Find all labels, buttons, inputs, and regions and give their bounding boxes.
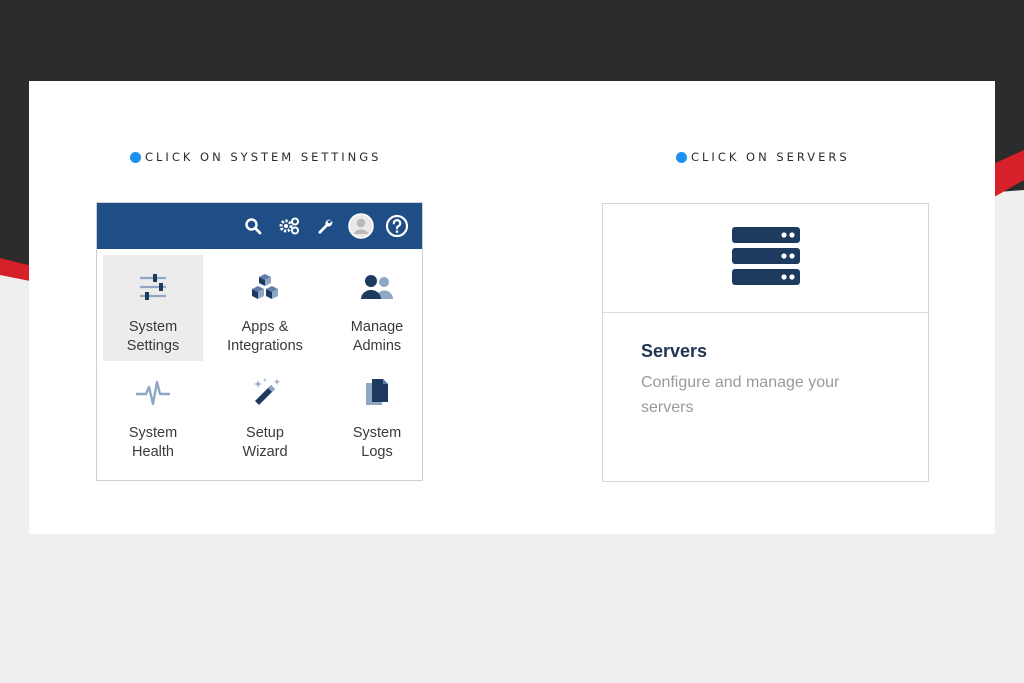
menu-item-system-logs[interactable]: System Logs: [327, 361, 427, 473]
menu-item-system-health[interactable]: System Health: [103, 361, 203, 473]
sliders-icon: [133, 269, 173, 305]
step-text: CLICK ON SYSTEM SETTINGS: [145, 150, 382, 164]
menu-item-setup-wizard[interactable]: Setup Wizard: [209, 361, 321, 473]
step-label-system-settings: CLICK ON SYSTEM SETTINGS: [130, 150, 381, 164]
step-text: CLICK ON SERVERS: [691, 150, 850, 164]
top-toolbar: [97, 203, 422, 249]
wrench-icon[interactable]: [308, 211, 342, 241]
gears-icon[interactable]: [272, 211, 306, 241]
admin-menu-dropdown: System Settings Apps & Integrations Mana…: [96, 202, 423, 481]
menu-item-label: Settings: [126, 338, 180, 354]
users-icon: [357, 269, 397, 305]
menu-item-label: Integrations: [227, 338, 303, 354]
help-icon[interactable]: [380, 211, 414, 241]
magic-wand-icon: [245, 375, 285, 411]
menu-item-label: Setup: [246, 425, 284, 441]
servers-card-title: Servers: [641, 341, 708, 361]
menu-grid: System Settings Apps & Integrations Mana…: [103, 255, 427, 473]
menu-item-label: Apps &: [241, 319, 289, 335]
menu-item-label: Wizard: [242, 444, 288, 460]
menu-item-system-settings[interactable]: System Settings: [103, 255, 203, 361]
menu-item-manage-admins[interactable]: Manage Admins: [327, 255, 427, 361]
avatar-icon[interactable]: [344, 211, 378, 241]
menu-item-label: System: [352, 425, 402, 441]
files-icon: [357, 375, 397, 411]
menu-item-label: System: [128, 425, 178, 441]
server-stack-icon: [731, 225, 801, 292]
bullet-dot: [676, 151, 687, 163]
servers-card-description: Configure and manage your servers: [641, 374, 840, 416]
menu-item-label: System: [128, 319, 178, 335]
servers-card-icon-area: [603, 204, 928, 313]
search-icon[interactable]: [236, 211, 270, 241]
menu-item-label: Admins: [352, 338, 402, 354]
pulse-icon: [133, 375, 173, 411]
step-label-servers: CLICK ON SERVERS: [676, 150, 850, 164]
menu-item-apps-integrations[interactable]: Apps & Integrations: [209, 255, 321, 361]
bullet-dot: [130, 151, 141, 163]
menu-item-label: Health: [132, 444, 174, 460]
cubes-icon: [245, 269, 285, 305]
servers-card[interactable]: Servers Configure and manage your server…: [602, 203, 929, 482]
menu-item-label: Manage: [350, 319, 404, 335]
menu-item-label: Logs: [361, 444, 393, 460]
